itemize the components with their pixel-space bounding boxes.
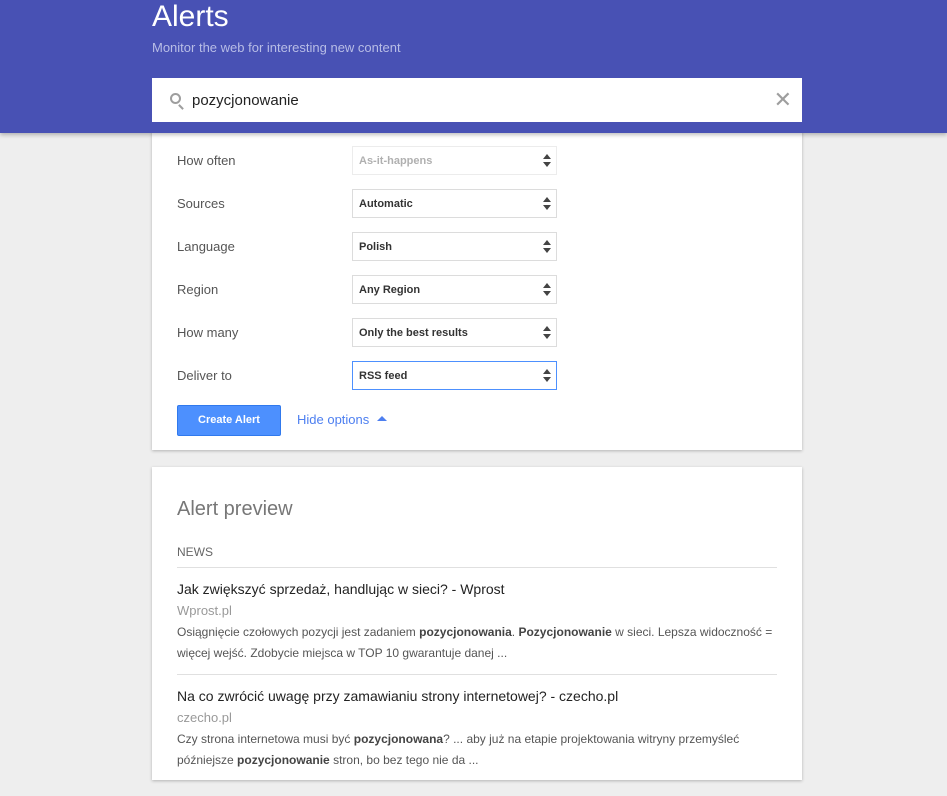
option-select[interactable]: As-it-happens bbox=[352, 146, 557, 175]
option-label: Deliver to bbox=[177, 368, 232, 383]
section-heading: NEWS bbox=[177, 545, 213, 559]
option-label: Sources bbox=[177, 196, 225, 211]
select-arrows-icon bbox=[543, 369, 551, 383]
close-icon[interactable]: ✕ bbox=[774, 88, 792, 112]
option-label: How often bbox=[177, 153, 236, 168]
option-row-region: Region Any Region bbox=[177, 275, 557, 304]
select-arrows-icon bbox=[543, 240, 551, 254]
news-source: czecho.pl bbox=[177, 710, 232, 725]
news-source: Wprost.pl bbox=[177, 603, 232, 618]
selected-value: Any Region bbox=[359, 284, 421, 296]
snippet-text: stron, bo bez tego nie da ... bbox=[329, 753, 479, 767]
options-card: Create Alert Hide options How often As-it… bbox=[152, 125, 802, 450]
search-icon bbox=[170, 93, 181, 104]
option-label: Region bbox=[177, 282, 219, 297]
select-arrows-icon bbox=[543, 154, 551, 168]
highlighted-term: Pozycjonowanie bbox=[518, 625, 612, 639]
select-arrows-icon bbox=[543, 326, 551, 340]
option-row-deliver-to: Deliver to RSS feed bbox=[177, 361, 557, 390]
news-snippet: Osiągnięcie czołowych pozycji jest zadan… bbox=[177, 622, 777, 664]
select-arrows-icon bbox=[543, 197, 551, 211]
news-item: Na co zwrócić uwagę przy zamawianiu stro… bbox=[177, 686, 777, 771]
caret-up-icon bbox=[377, 416, 388, 422]
highlighted-term: pozycjonowana bbox=[353, 732, 444, 746]
option-row-how-many: How many Only the best results bbox=[177, 318, 557, 347]
option-row-how-often: How often As-it-happens bbox=[177, 146, 557, 175]
news-title-link[interactable]: Jak zwiększyć sprzedaż, handlując w siec… bbox=[177, 579, 777, 599]
snippet-text: Osiągnięcie czołowych pozycji jest zadan… bbox=[177, 625, 420, 639]
option-label: Language bbox=[177, 239, 235, 254]
option-select[interactable]: RSS feed bbox=[352, 361, 557, 390]
option-select[interactable]: Polish bbox=[352, 232, 557, 261]
header: Alerts Monitor the web for interesting n… bbox=[0, 0, 947, 133]
create-alert-button[interactable]: Create Alert bbox=[177, 405, 281, 436]
snippet-text: Czy strona internetowa musi być bbox=[177, 732, 354, 746]
divider bbox=[177, 567, 777, 568]
divider bbox=[177, 674, 777, 675]
page-title: Alerts bbox=[152, 0, 229, 33]
option-select[interactable]: Only the best results bbox=[352, 318, 557, 347]
hide-options-label: Hide options bbox=[297, 412, 370, 427]
selected-value: Automatic bbox=[359, 198, 413, 210]
select-arrows-icon bbox=[543, 283, 551, 297]
option-row-sources: Sources Automatic bbox=[177, 189, 557, 218]
option-row-language: Language Polish bbox=[177, 232, 557, 261]
preview-title: Alert preview bbox=[177, 498, 293, 520]
selected-value: Polish bbox=[359, 241, 393, 253]
option-select[interactable]: Automatic bbox=[352, 189, 557, 218]
selected-value: Only the best results bbox=[359, 327, 468, 339]
hide-options-link[interactable]: Hide options bbox=[297, 412, 388, 427]
option-label: How many bbox=[177, 325, 239, 340]
search-input[interactable] bbox=[192, 78, 762, 122]
news-item: Jak zwiększyć sprzedaż, handlując w siec… bbox=[177, 579, 777, 664]
alert-preview-card: Alert preview NEWS Jak zwiększyć sprzeda… bbox=[152, 467, 802, 780]
news-snippet: Czy strona internetowa musi być pozycjon… bbox=[177, 729, 777, 771]
option-select[interactable]: Any Region bbox=[352, 275, 557, 304]
highlighted-term: pozycjonowanie bbox=[237, 753, 330, 767]
news-title-link[interactable]: Na co zwrócić uwagę przy zamawianiu stro… bbox=[177, 686, 777, 706]
selected-value: RSS feed bbox=[359, 370, 408, 382]
search-box: ✕ bbox=[152, 78, 802, 122]
highlighted-term: pozycjonowania bbox=[419, 625, 512, 639]
selected-value: As-it-happens bbox=[359, 155, 433, 167]
page-subtitle: Monitor the web for interesting new cont… bbox=[152, 40, 401, 55]
